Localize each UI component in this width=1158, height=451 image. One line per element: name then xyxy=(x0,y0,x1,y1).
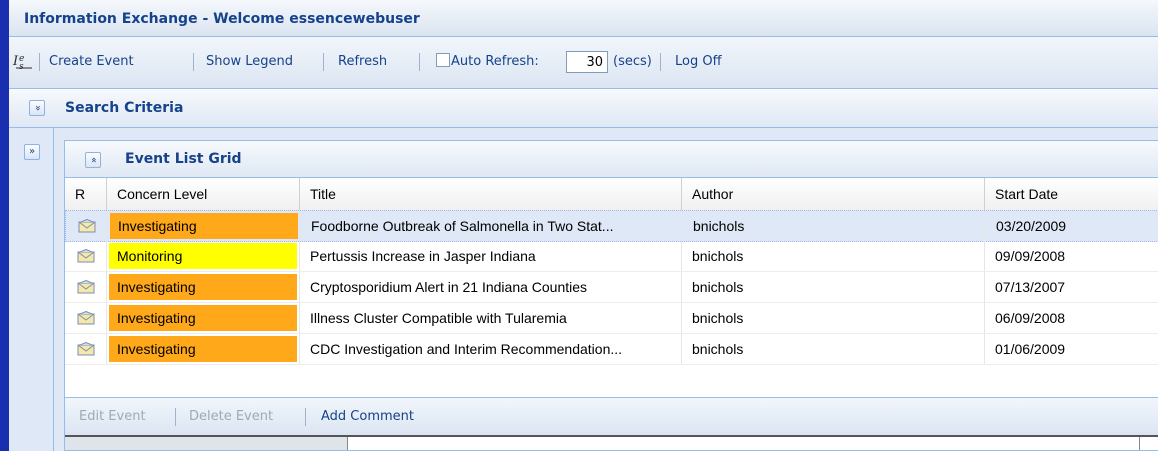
concern-level-cell: Monitoring xyxy=(107,241,300,271)
concern-level-cell: Investigating xyxy=(108,211,301,241)
essence-logo-icon: I e s xyxy=(12,54,32,72)
concern-level-badge: Investigating xyxy=(109,274,297,300)
toolbar-separator xyxy=(323,53,324,71)
table-row[interactable]: Investigating Foodborne Outbreak of Salm… xyxy=(65,210,1158,242)
envelope-icon xyxy=(77,249,95,263)
refresh-button[interactable]: Refresh xyxy=(338,50,387,74)
column-header-start-date[interactable]: Start Date xyxy=(985,178,1158,210)
table-row[interactable]: Monitoring Pertussis Increase in Jasper … xyxy=(65,241,1158,272)
edit-event-button[interactable]: Edit Event xyxy=(79,407,146,427)
app-window: Information Exchange - Welcome essencewe… xyxy=(0,0,1158,451)
concern-level-badge: Investigating xyxy=(110,213,298,239)
search-criteria-title: Search Criteria xyxy=(65,100,184,116)
start-date-cell: 01/06/2009 xyxy=(995,341,1066,357)
author-cell: bnichols xyxy=(683,211,986,241)
event-list-panel: « Event List Grid R Concern Level Title … xyxy=(64,140,1158,451)
concern-level-badge: Investigating xyxy=(109,336,297,362)
comments-column-divider xyxy=(1139,437,1140,450)
comments-column-left xyxy=(65,437,348,450)
concern-level-cell: Investigating xyxy=(107,272,300,302)
window-title: Information Exchange - Welcome essencewe… xyxy=(24,11,420,27)
read-status-cell xyxy=(65,334,107,364)
event-list-title: Event List Grid xyxy=(125,151,242,167)
svg-text:s: s xyxy=(19,62,24,72)
author-cell: bnichols xyxy=(682,334,985,364)
log-off-button[interactable]: Log Off xyxy=(675,50,722,74)
event-title-cell: Cryptosporidium Alert in 21 Indiana Coun… xyxy=(300,272,682,302)
expand-west-button[interactable]: » xyxy=(24,144,40,160)
concern-level-cell: Investigating xyxy=(107,334,300,364)
event-title-cell: Foodborne Outbreak of Salmonella in Two … xyxy=(301,211,683,241)
event-title-cell: Illness Cluster Compatible with Tularemi… xyxy=(300,303,682,333)
event-list-toggle[interactable]: « xyxy=(85,152,101,168)
event-title-cell: Pertussis Increase in Jasper Indiana xyxy=(300,241,682,271)
envelope-icon xyxy=(77,311,95,325)
event-title-cell: CDC Investigation and Interim Recommenda… xyxy=(300,334,682,364)
auto-refresh-checkbox[interactable] xyxy=(436,53,450,67)
toolbar-separator xyxy=(660,53,661,71)
svg-text:I: I xyxy=(12,54,19,69)
table-row[interactable]: Investigating Illness Cluster Compatible… xyxy=(65,303,1158,334)
envelope-icon xyxy=(78,219,96,233)
auto-refresh-seconds-input[interactable] xyxy=(566,51,608,73)
read-status-cell xyxy=(65,303,107,333)
column-header-r[interactable]: R xyxy=(65,178,107,210)
main-toolbar: I e s Create Event Show Legend Refresh A… xyxy=(9,37,1158,89)
toolbar-separator xyxy=(305,408,306,426)
start-date-cell: 06/09/2008 xyxy=(995,310,1066,326)
chevron-down-icon: » xyxy=(32,104,43,112)
concern-level-badge: Investigating xyxy=(109,305,297,331)
column-header-author[interactable]: Author xyxy=(682,178,985,210)
auto-refresh-label: Auto Refresh: xyxy=(451,54,539,69)
side-column: » xyxy=(9,128,54,451)
author-cell: bnichols xyxy=(682,241,985,271)
column-header-concern-level[interactable]: Concern Level xyxy=(107,178,300,210)
envelope-icon xyxy=(77,342,95,356)
start-date-cell: 03/20/2009 xyxy=(996,218,1067,234)
add-comment-button[interactable]: Add Comment xyxy=(321,407,414,427)
auto-refresh-unit: (secs) xyxy=(613,54,652,69)
read-status-cell xyxy=(65,241,107,271)
start-date-cell: 07/13/2007 xyxy=(995,279,1066,295)
concern-level-cell: Investigating xyxy=(107,303,300,333)
comments-panel xyxy=(65,435,1158,450)
toolbar-separator xyxy=(175,408,176,426)
chevron-up-icon: « xyxy=(88,156,99,164)
window-left-edge xyxy=(0,0,9,451)
column-header-title[interactable]: Title xyxy=(300,178,682,210)
table-row[interactable]: Investigating CDC Investigation and Inte… xyxy=(65,334,1158,365)
toolbar-separator xyxy=(39,53,40,71)
table-row[interactable]: Investigating Cryptosporidium Alert in 2… xyxy=(65,272,1158,303)
toolbar-separator xyxy=(193,53,194,71)
title-bar: Information Exchange - Welcome essencewe… xyxy=(9,0,1158,37)
delete-event-button[interactable]: Delete Event xyxy=(189,407,273,427)
author-cell: bnichols xyxy=(682,272,985,302)
event-grid: R Concern Level Title Author Start Date … xyxy=(65,178,1158,387)
create-event-button[interactable]: Create Event xyxy=(49,50,134,74)
event-actions-toolbar: Edit Event Delete Event Add Comment xyxy=(65,397,1158,435)
read-status-cell xyxy=(66,211,108,241)
read-status-cell xyxy=(65,272,107,302)
search-criteria-header: » Search Criteria xyxy=(9,89,1158,128)
author-cell: bnichols xyxy=(682,303,985,333)
chevron-right-icon: » xyxy=(28,146,36,157)
grid-header-row: R Concern Level Title Author Start Date xyxy=(65,178,1158,211)
envelope-icon xyxy=(77,280,95,294)
start-date-cell: 09/09/2008 xyxy=(995,248,1066,264)
search-criteria-toggle[interactable]: » xyxy=(29,100,45,116)
show-legend-button[interactable]: Show Legend xyxy=(206,50,293,74)
toolbar-separator xyxy=(419,53,420,71)
event-list-header: « Event List Grid xyxy=(65,141,1158,178)
concern-level-badge: Monitoring xyxy=(109,243,297,269)
